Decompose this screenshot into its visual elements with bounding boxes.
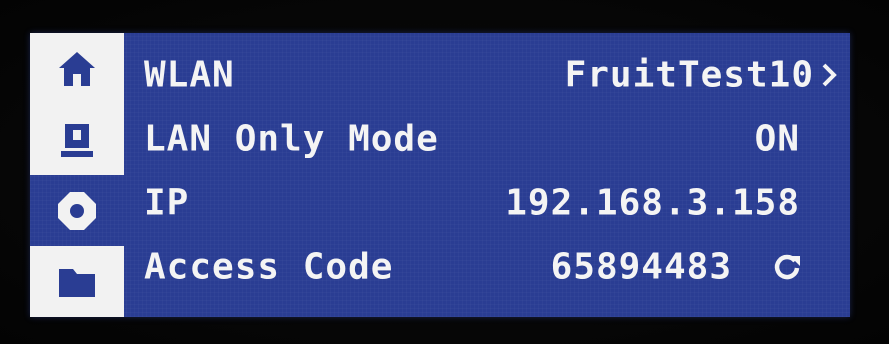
wlan-row[interactable]: WLAN FruitTest10 (124, 43, 850, 107)
access-code-label: Access Code (144, 246, 394, 288)
sidebar-item-home[interactable] (30, 33, 124, 104)
gear-icon (56, 190, 98, 232)
sidebar-item-files[interactable] (30, 246, 124, 317)
ip-value: 192.168.3.158 (505, 182, 800, 224)
access-code-value: 65894483 (550, 246, 732, 288)
sidebar-nav (30, 33, 124, 317)
wlan-value: FruitTest10 (564, 54, 814, 96)
sidebar-item-settings[interactable] (30, 175, 124, 246)
sidebar-item-printer[interactable] (30, 104, 124, 175)
home-icon (57, 50, 97, 88)
wlan-label: WLAN (144, 54, 235, 96)
lcd-screen: WLAN FruitTest10 LAN Only Mode ON IP 192… (30, 33, 850, 317)
ip-label: IP (144, 182, 190, 224)
network-settings-list: WLAN FruitTest10 LAN Only Mode ON IP 192… (124, 33, 850, 317)
folder-icon (57, 265, 97, 299)
refresh-icon[interactable] (772, 252, 802, 282)
access-code-row: Access Code 65894483 (124, 235, 850, 299)
ip-row: IP 192.168.3.158 (124, 171, 850, 235)
lan-only-mode-value[interactable]: ON (755, 119, 800, 160)
print-icon (60, 122, 94, 158)
chevron-right-icon[interactable] (820, 62, 838, 88)
device-bezel: WLAN FruitTest10 LAN Only Mode ON IP 192… (0, 0, 889, 344)
lan-only-mode-row[interactable]: LAN Only Mode ON (124, 107, 850, 171)
lan-only-mode-label: LAN Only Mode (144, 118, 439, 160)
